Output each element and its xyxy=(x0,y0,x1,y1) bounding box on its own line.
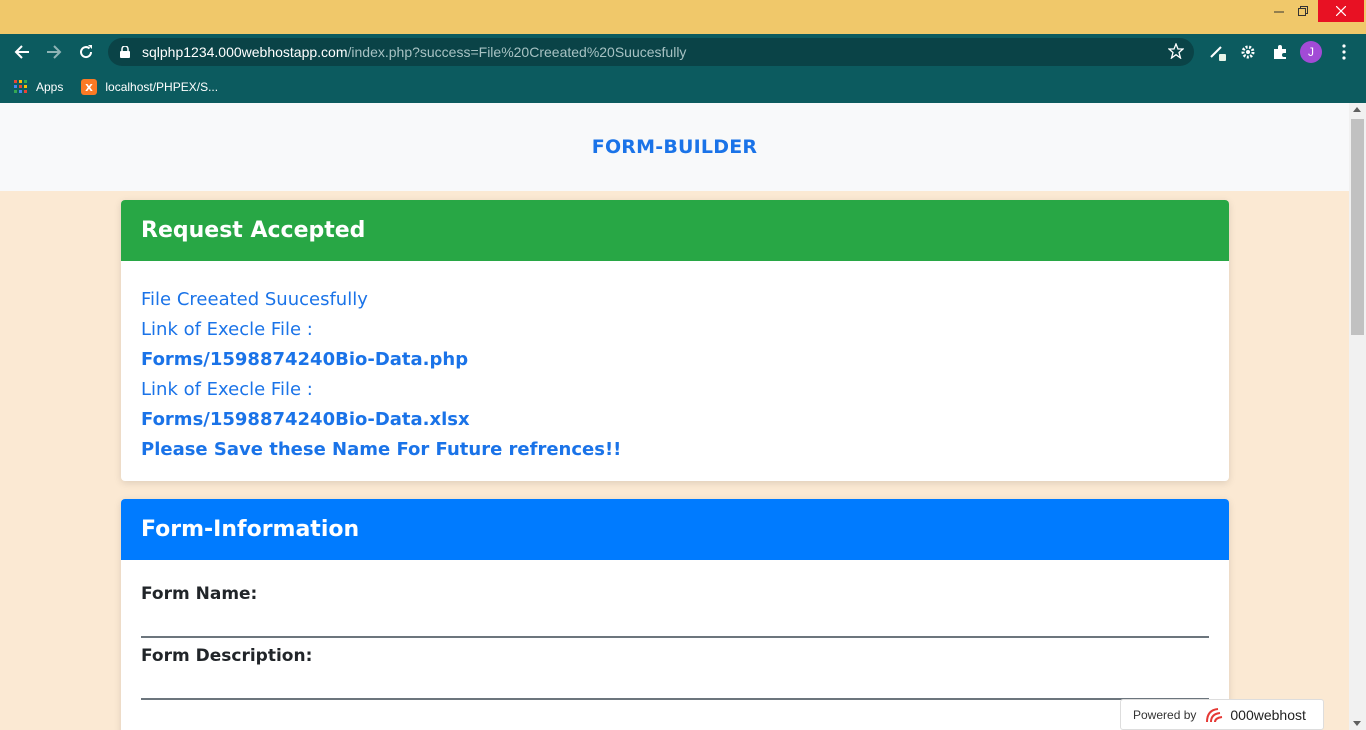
lock-icon xyxy=(120,45,134,59)
request-accepted-card: Request Accepted File Creeated Suucesful… xyxy=(121,200,1229,481)
success-message: File Creeated Suucesfully xyxy=(141,289,368,310)
back-icon[interactable] xyxy=(10,40,34,64)
webhost-logo-icon xyxy=(1204,706,1226,724)
close-window-icon[interactable] xyxy=(1318,0,1364,22)
powered-by-badge[interactable]: Powered by 000webhost xyxy=(1120,699,1324,730)
scroll-down-arrow-icon[interactable] xyxy=(1353,721,1361,726)
scroll-up-arrow-icon[interactable] xyxy=(1353,107,1361,112)
site-navbar: FORM-BUILDER xyxy=(0,103,1349,191)
url-path: /index.php?success=File%20Creeated%20Suu… xyxy=(347,44,687,60)
php-file-link[interactable]: Forms/1598874240Bio-Data.php xyxy=(141,345,1209,375)
browser-toolbar: sqlphp1234.000webhostapp.com/index.php?s… xyxy=(0,34,1366,70)
request-accepted-body: File Creeated Suucesfully Link of Execle… xyxy=(121,261,1229,465)
svg-text:X: X xyxy=(86,83,94,94)
page-viewport: FORM-BUILDER Request Accepted File Creea… xyxy=(0,103,1349,730)
bookmark-apps-label: Apps xyxy=(36,79,64,94)
apps-grid-icon xyxy=(14,79,28,94)
forward-icon[interactable] xyxy=(42,40,66,64)
form-description-input[interactable] xyxy=(141,666,1209,700)
bookmark-localhost-label: localhost/PHPEX/S... xyxy=(105,79,219,94)
extension-pen-icon[interactable] xyxy=(1206,40,1230,64)
powered-by-label: Powered by xyxy=(1133,707,1197,722)
xlsx-file-link[interactable]: Forms/1598874240Bio-Data.xlsx xyxy=(141,405,1209,435)
webhost-brand: 000webhost xyxy=(1230,706,1306,723)
page-scrollbar[interactable] xyxy=(1349,103,1366,730)
extension-gear-icon[interactable] xyxy=(1236,40,1260,64)
address-bar[interactable]: sqlphp1234.000webhostapp.com/index.php?s… xyxy=(108,38,1194,66)
browser-menu-icon[interactable] xyxy=(1332,40,1356,64)
xlsx-link-label: Link of Execle File : xyxy=(141,379,313,400)
save-names-notice: Please Save these Name For Future refren… xyxy=(141,439,622,460)
request-accepted-header: Request Accepted xyxy=(121,200,1229,261)
site-brand[interactable]: FORM-BUILDER xyxy=(592,136,757,158)
window-titlebar xyxy=(0,0,1366,34)
bookmark-star-icon[interactable] xyxy=(1167,42,1185,62)
form-information-card: Form-Information Form Name: Form Descrip… xyxy=(121,499,1229,730)
reload-icon[interactable] xyxy=(74,40,98,64)
form-description-label: Form Description: xyxy=(141,646,313,666)
bookmarks-bar: Apps X localhost/PHPEX/S... xyxy=(0,70,1366,103)
form-information-body: Form Name: Form Description: xyxy=(121,560,1229,700)
url-host: sqlphp1234.000webhostapp.com xyxy=(142,44,348,60)
form-name-input[interactable] xyxy=(141,604,1209,638)
bookmark-localhost[interactable]: X localhost/PHPEX/S... xyxy=(81,78,219,95)
extensions-puzzle-icon[interactable] xyxy=(1268,40,1292,64)
bookmark-apps[interactable]: Apps xyxy=(14,79,64,94)
form-name-label: Form Name: xyxy=(141,584,258,604)
php-link-label: Link of Execle File : xyxy=(141,319,313,340)
form-information-header: Form-Information xyxy=(121,499,1229,560)
scroll-thumb[interactable] xyxy=(1351,119,1364,335)
xampp-icon: X xyxy=(81,78,98,95)
profile-avatar[interactable]: J xyxy=(1300,41,1322,63)
